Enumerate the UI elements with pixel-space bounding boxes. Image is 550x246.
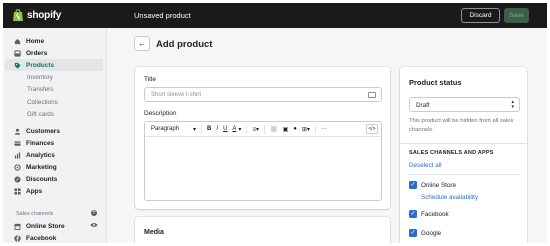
sidebar-subitem-inventory[interactable]: Inventory [27, 74, 53, 81]
online-store-checkbox[interactable]: ✓ [409, 181, 417, 189]
table-icon[interactable]: ⊞▾ [302, 126, 310, 133]
status-select-value: Draft [416, 102, 430, 109]
toolbar-divider [314, 124, 316, 134]
sidebar-item-label: Apps [26, 187, 43, 195]
image-icon[interactable]: ▣ [283, 126, 289, 133]
google-checkbox[interactable]: ✓ [409, 229, 417, 237]
marketing-icon [14, 163, 21, 171]
sidebar-item-label: Orders [26, 49, 48, 57]
sidebar-item-marketing[interactable]: Marketing [5, 161, 103, 173]
product-status-card: Product status Draft ▴ ▾ This product wil… [400, 67, 527, 243]
channel-label-facebook: Facebook [421, 211, 449, 218]
toolbar-divider [263, 124, 265, 134]
status-help-text: This product will be hidden from all sal… [409, 118, 514, 133]
title-input[interactable]: Short sleeve t-shirt [144, 87, 382, 102]
discounts-icon [14, 175, 21, 183]
italic-button[interactable]: I [216, 126, 218, 132]
product-details-card: Title Short sleeve t-shirt Description P… [135, 67, 390, 209]
sidebar-item-label: Home [26, 37, 45, 45]
back-button[interactable]: ← [134, 36, 150, 51]
keyboard-icon [368, 92, 376, 98]
divider [400, 143, 527, 144]
sidebar-channel-facebook[interactable]: Facebook [5, 232, 103, 243]
underline-button[interactable]: U [223, 126, 227, 132]
channel-label-online-store: Online Store [421, 182, 457, 189]
sidebar-item-apps[interactable]: Apps [5, 185, 103, 197]
sidebar: Home Orders Products Inventory Transfers… [3, 28, 107, 243]
title-label: Title [144, 76, 157, 83]
analytics-icon [14, 151, 21, 159]
select-arrows-icon: ▴ ▾ [511, 99, 514, 110]
editor-toolbar: Paragraph ▾ B I U A ▾ ≡▾ ⛓ ▣ ● ⊞▾ ··· </… [145, 122, 381, 137]
sidebar-item-orders[interactable]: Orders [5, 47, 103, 59]
video-icon[interactable]: ● [293, 126, 297, 132]
sidebar-subitem-collections[interactable]: Collections [27, 99, 58, 106]
finances-icon [14, 140, 21, 146]
sidebar-channel-label: Facebook [26, 234, 57, 242]
arrow-left-icon: ← [138, 39, 146, 48]
description-editor[interactable]: Paragraph ▾ B I U A ▾ ≡▾ ⛓ ▣ ● ⊞▾ ··· </… [144, 121, 382, 201]
discard-button[interactable]: Discard [461, 8, 500, 23]
shopify-bag-icon [13, 9, 23, 21]
sidebar-item-customers[interactable]: Customers [5, 125, 103, 137]
toolbar-divider [246, 124, 248, 134]
sidebar-channel-online-store[interactable]: Online Store [5, 220, 103, 232]
sidebar-item-label: Discounts [26, 175, 58, 183]
title-placeholder: Short sleeve t-shirt [151, 92, 202, 98]
sidebar-item-discounts[interactable]: Discounts [5, 173, 103, 185]
chevron-down-icon: ▾ [193, 126, 197, 133]
sidebar-item-products[interactable]: Products [5, 59, 103, 71]
sidebar-item-analytics[interactable]: Analytics [5, 149, 103, 161]
sidebar-item-label: Finances [26, 139, 55, 147]
more-button[interactable]: ··· [321, 126, 327, 132]
unsaved-status: Unsaved product [134, 11, 191, 20]
link-icon[interactable]: ⛓ [270, 126, 278, 133]
divider [409, 174, 519, 175]
code-view-button[interactable]: </> [366, 124, 378, 134]
eye-icon[interactable] [90, 222, 98, 228]
status-select[interactable]: Draft ▴ ▾ [409, 97, 520, 112]
sidebar-item-label: Customers [26, 127, 60, 135]
sidebar-channel-label: Online Store [26, 222, 65, 230]
bold-button[interactable]: B [207, 126, 211, 132]
facebook-checkbox[interactable]: ✓ [409, 210, 417, 218]
product-status-title: Product status [409, 78, 462, 87]
sidebar-subitem-transfers[interactable]: Transfers [27, 86, 53, 93]
sidebar-item-finances[interactable]: Finances [5, 137, 103, 149]
align-icon[interactable]: ≡▾ [252, 126, 259, 133]
home-icon [14, 38, 21, 44]
add-channel-icon[interactable]: + [91, 210, 97, 216]
text-color-button[interactable]: A [232, 126, 236, 132]
shopify-logo[interactable]: shopify [12, 8, 61, 22]
top-bar: shopify Unsaved product Discard Save [3, 3, 547, 28]
page-title: Add product [156, 39, 213, 50]
store-icon [14, 223, 21, 230]
apps-icon [14, 187, 21, 195]
tag-icon [14, 62, 21, 69]
sidebar-item-label: Products [26, 61, 55, 69]
media-title: Media [144, 229, 164, 236]
sidebar-item-home[interactable]: Home [5, 35, 103, 47]
sales-channels-heading: SALES CHANNELS AND APPS [409, 150, 494, 156]
facebook-icon [14, 234, 21, 242]
app-window: shopify Unsaved product Discard Save Hom… [3, 3, 547, 243]
logo-text: shopify [27, 9, 62, 21]
customers-icon [14, 128, 21, 135]
sidebar-subitem-gift-cards[interactable]: Gift cards [27, 111, 54, 118]
save-button[interactable]: Save [504, 8, 529, 23]
description-label: Description [144, 110, 177, 117]
deselect-all-link[interactable]: Deselect all [409, 162, 442, 169]
sidebar-item-label: Analytics [26, 151, 55, 159]
format-select[interactable]: Paragraph [151, 126, 179, 132]
channel-label-google: Google [421, 230, 442, 237]
sidebar-item-label: Marketing [26, 163, 57, 171]
sales-channels-title: Sales channels [16, 211, 54, 217]
chevron-down-icon: ▾ [238, 126, 242, 133]
toolbar-divider [201, 124, 203, 134]
media-card: Media [135, 217, 390, 243]
schedule-availability-link[interactable]: Schedule availability [421, 194, 478, 201]
orders-icon [14, 49, 21, 57]
